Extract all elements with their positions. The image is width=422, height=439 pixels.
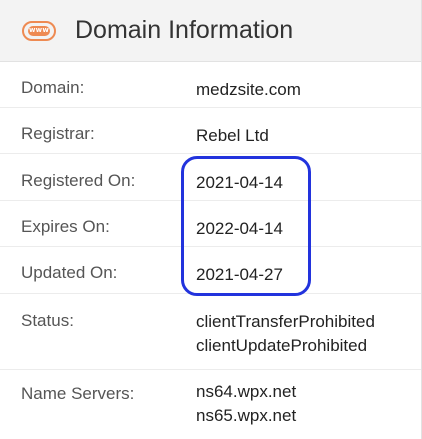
info-row-updated-on: Updated On: 2021-04-27 bbox=[0, 247, 421, 294]
panel-title: Domain Information bbox=[75, 16, 294, 44]
info-row-registrar: Registrar: Rebel Ltd bbox=[0, 108, 421, 154]
status-value-2: clientUpdateProhibited bbox=[196, 336, 368, 355]
expires-on-value: 2022-04-14 bbox=[196, 219, 283, 238]
registrar-label: Registrar: bbox=[21, 124, 95, 143]
domain-label: Domain: bbox=[21, 78, 85, 97]
status-value-1: clientTransferProhibited bbox=[196, 312, 375, 331]
www-icon-text: www bbox=[28, 26, 49, 34]
info-row-domain: Domain: medzsite.com bbox=[0, 63, 421, 108]
expires-on-label: Expires On: bbox=[21, 217, 110, 236]
domain-value: medzsite.com bbox=[196, 80, 301, 99]
info-row-status: Status: clientTransferProhibited clientU… bbox=[0, 294, 421, 370]
name-servers-values: ns64.wpx.net ns65.wpx.net bbox=[196, 380, 296, 428]
name-servers-label: Name Servers: bbox=[21, 384, 135, 403]
status-label: Status: bbox=[21, 311, 74, 330]
info-row-expires-on: Expires On: 2022-04-14 bbox=[0, 201, 421, 247]
registered-on-label: Registered On: bbox=[21, 171, 136, 190]
name-server-2: ns65.wpx.net bbox=[196, 406, 297, 425]
info-row-registered-on: Registered On: 2021-04-14 bbox=[0, 154, 421, 201]
status-values: clientTransferProhibited clientUpdatePro… bbox=[196, 310, 375, 358]
updated-on-label: Updated On: bbox=[21, 263, 118, 282]
updated-on-value: 2021-04-27 bbox=[196, 265, 283, 284]
domain-information-panel: www Domain Information Domain: medzsite.… bbox=[0, 0, 422, 439]
www-globe-icon: www bbox=[22, 20, 56, 41]
registered-on-value: 2021-04-14 bbox=[196, 173, 283, 192]
name-server-1: ns64.wpx.net bbox=[196, 382, 297, 401]
registrar-value: Rebel Ltd bbox=[196, 126, 269, 145]
info-row-name-servers: Name Servers: ns64.wpx.net ns65.wpx.net bbox=[0, 370, 421, 439]
panel-header: www Domain Information bbox=[0, 0, 421, 62]
